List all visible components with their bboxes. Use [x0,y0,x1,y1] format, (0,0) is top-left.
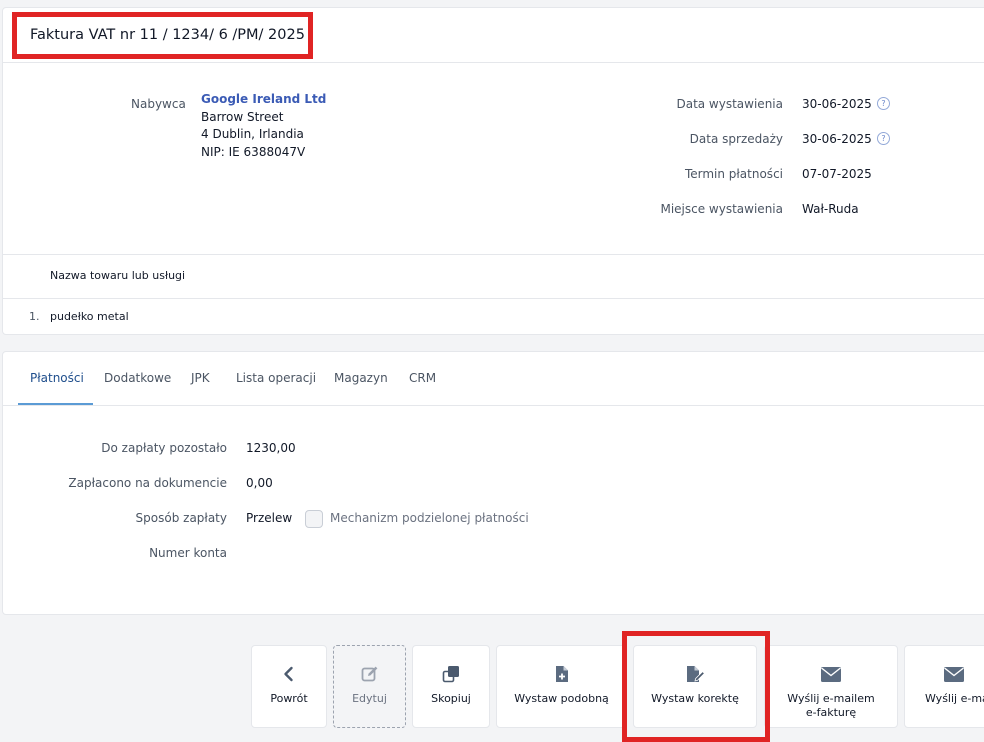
payment-due-value: 07-07-2025 [802,167,872,181]
paid-label: Zapłacono na dokumencie [68,476,227,490]
remaining-value: 1230,00 [246,441,296,455]
pencil-square-icon [334,664,405,684]
account-number-label: Numer konta [149,546,227,560]
issue-place-label: Miejsce wystawienia [660,202,783,216]
file-plus-icon [497,664,626,684]
divider [3,254,984,255]
invoice-header: Faktura VAT nr 11 / 1234/ 6 /PM/ 2025 [3,8,984,63]
paid-value: 0,00 [246,476,273,490]
edit-button[interactable]: Edytuj [333,645,406,728]
correction-label: Wystaw korektę [651,692,739,705]
item-number: 1. [29,310,40,323]
tab-magazyn[interactable]: Magazyn [334,371,388,385]
copy-icon [413,664,489,684]
tab-platnosci[interactable]: Płatności [30,371,84,385]
correction-button[interactable]: Wystaw korektę [633,645,757,728]
split-payment-label: Mechanizm podzielonej płatności [330,511,529,525]
chevron-left-icon [252,664,326,684]
items-column-header: Nazwa towaru lub usługi [50,269,186,282]
invoice-title: Faktura VAT nr 11 / 1234/ 6 /PM/ 2025 [30,27,305,43]
sale-date-label: Data sprzedaży [689,132,783,146]
edit-label: Edytuj [352,692,387,705]
remaining-label: Do zapłaty pozostało [101,441,227,455]
payment-card: Płatności Dodatkowe JPK Lista operacji M… [2,351,984,615]
issue-place-value: Wał-Ruda [802,202,859,216]
buyer-street: Barrow Street [201,110,284,124]
buyer-label: Nabywca [131,97,186,111]
help-icon[interactable]: ? [877,97,890,110]
help-icon[interactable]: ? [877,132,890,145]
buyer-name-link[interactable]: Google Ireland Ltd [201,92,326,106]
tab-dodatkowe[interactable]: Dodatkowe [104,371,171,385]
send-email-label: Wyślij e-ma [925,692,984,705]
invoice-card: Faktura VAT nr 11 / 1234/ 6 /PM/ 2025 Na… [2,7,984,335]
divider [3,298,984,299]
tab-crm[interactable]: CRM [409,371,436,385]
similar-label: Wystaw podobną [514,692,609,705]
send-email-einvoice-label-line1: Wyślij e-mailem [787,692,875,705]
send-email-einvoice-button[interactable]: Wyślij e-mailem e-fakturę [764,645,898,728]
tab-lista-operacji[interactable]: Lista operacji [236,371,316,385]
send-email-button[interactable]: Wyślij e-ma [904,645,984,728]
buyer-city: 4 Dublin, Irlandia [201,127,304,141]
payment-method-value: Przelew [246,511,293,525]
issue-date-value: 30-06-2025 [802,97,872,111]
split-payment-checkbox[interactable] [305,510,323,528]
copy-button[interactable]: Skopiuj [412,645,490,728]
similar-button[interactable]: Wystaw podobną [496,645,627,728]
copy-label: Skopiuj [431,692,471,705]
issue-date-label: Data wystawienia [676,97,783,111]
sale-date-value: 30-06-2025 [802,132,872,146]
tab-bar: Płatności Dodatkowe JPK Lista operacji M… [3,352,984,406]
payment-method-label: Sposób zapłaty [135,511,227,525]
file-pen-icon [634,664,756,684]
send-email-einvoice-label-line2: e-fakturę [805,706,857,719]
back-label: Powrót [270,692,308,705]
payment-due-label: Termin płatności [684,167,783,181]
active-tab-indicator [18,403,93,405]
tab-jpk[interactable]: JPK [191,371,210,385]
envelope-icon [765,664,897,684]
send-email-einvoice-label: Wyślij e-mailem e-fakturę [765,692,897,720]
item-name: pudełko metal [50,310,129,323]
back-button[interactable]: Powrót [251,645,327,728]
buyer-nip: NIP: IE 6388047V [201,145,306,159]
envelope-icon [905,664,984,684]
